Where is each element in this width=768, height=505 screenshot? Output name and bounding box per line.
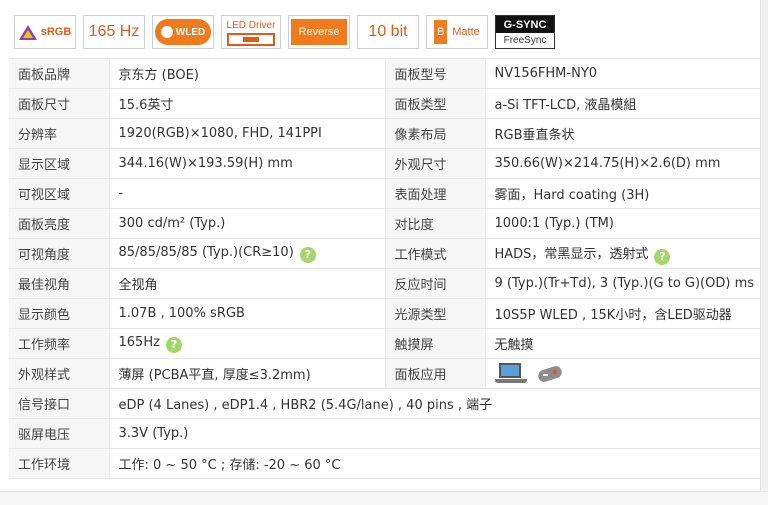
refresh-rate-badge: 165 Hz — [83, 15, 145, 49]
reverse-badge: Reverse — [288, 15, 350, 49]
spec-label: 反应时间 — [385, 268, 486, 299]
spec-label: 触摸屏 — [385, 328, 486, 359]
spec-label: 对比度 — [385, 208, 486, 239]
table-row: 驱屏电压 3.3V (Typ.) — [9, 418, 760, 449]
matte-label: Matte — [452, 26, 480, 38]
table-row: 最佳视角 全视角 反应时间 9 (Typ.)(Tr+Td), 3 (Typ.)(… — [9, 268, 760, 299]
spec-label: 工作频率 — [9, 328, 110, 359]
table-row: 分辨率 1920(RGB)×1080, FHD, 141PPI 像素布局 RGB… — [9, 118, 760, 149]
spec-label: 显示颜色 — [9, 298, 110, 329]
laptop-icon — [494, 362, 527, 385]
table-row: 可视区域 - 表面处理 雾面，Hard coating (3H) — [9, 178, 760, 209]
table-row: 工作环境 工作: 0 ~ 50 °C ; 存储: -20 ~ 60 °C — [9, 448, 760, 479]
srgb-badge: sRGB — [14, 15, 76, 49]
spec-label: 面板类型 — [385, 88, 486, 119]
spec-label: 信号接口 — [9, 388, 110, 419]
spec-value: eDP (4 Lanes) , eDP1.4 , HBR2 (5.4G/lane… — [109, 388, 760, 419]
wled-label: WLED — [175, 26, 206, 38]
spec-value: a-Si TFT-LCD, 液晶模組 — [485, 88, 760, 119]
spec-label: 面板亮度 — [9, 208, 110, 239]
spec-value: 无触摸 — [485, 328, 760, 359]
table-row: 可视角度 85/85/85/85 (Typ.)(CR≥10)? 工作模式 HAD… — [9, 238, 760, 269]
gsync-freesync-badge: G-SYNC FreeSync — [495, 15, 555, 49]
spec-label: 像素布局 — [385, 118, 486, 149]
table-row: 面板品牌 京东方 (BOE) 面板型号 NV156FHM-NY0 — [9, 58, 760, 89]
spec-value: 1.07B , 100% sRGB — [109, 298, 386, 329]
spec-label: 面板应用 — [385, 358, 486, 389]
spec-label: 工作模式 — [385, 238, 486, 269]
panel-application-cell — [485, 358, 760, 389]
spec-label: 可视角度 — [9, 238, 110, 269]
spec-value: 京东方 (BOE) — [109, 58, 386, 89]
spec-value: 350.66(W)×214.75(H)×2.6(D) mm — [485, 148, 760, 179]
freesync-label: FreeSync — [503, 35, 547, 46]
spec-value: 1000:1 (Typ.) (TM) — [485, 208, 760, 239]
gamepad-icon — [536, 364, 563, 384]
spec-label: 光源类型 — [385, 298, 486, 329]
bulb-icon — [160, 26, 173, 38]
help-icon[interactable]: ? — [299, 246, 316, 263]
spec-value-cell: 85/85/85/85 (Typ.)(CR≥10)? — [109, 238, 386, 269]
table-row: 显示区域 344.16(W)×193.59(H) mm 外观尺寸 350.66(… — [9, 148, 760, 179]
spec-value: HADS，常黑显示，透射式 — [494, 246, 649, 262]
spec-value: 165Hz — [118, 334, 160, 350]
spec-label: 驱屏电压 — [9, 418, 110, 449]
gsync-label: G-SYNC — [496, 16, 554, 33]
spec-value: NV156FHM-NY0 — [485, 58, 760, 89]
help-icon[interactable]: ? — [165, 336, 182, 353]
spec-value: 薄屏 (PCBA平直, 厚度≤3.2mm) — [109, 358, 386, 389]
matte-badge: B Matte — [426, 15, 488, 49]
spec-value: RGB垂直条状 — [485, 118, 760, 149]
table-row: 面板尺寸 15.6英寸 面板类型 a-Si TFT-LCD, 液晶模組 — [9, 88, 760, 119]
spec-value: 300 cd/m² (Typ.) — [109, 208, 386, 239]
spec-label: 面板品牌 — [9, 58, 110, 89]
spec-value-cell: 165Hz? — [109, 328, 386, 359]
spec-label: 面板尺寸 — [9, 88, 110, 119]
spec-value: 雾面，Hard coating (3H) — [485, 178, 760, 209]
spec-value: 1920(RGB)×1080, FHD, 141PPI — [109, 118, 386, 149]
spec-label: 工作环境 — [9, 448, 110, 479]
spec-label: 外观尺寸 — [385, 148, 486, 179]
spec-value: 9 (Typ.)(Tr+Td), 3 (Typ.)(G to G)(OD) ms — [485, 268, 760, 299]
spec-page: sRGB 165 Hz WLED LED Driver Reverse 10 b… — [0, 0, 768, 505]
spec-label: 可视区域 — [9, 178, 110, 209]
matte-icon: B — [434, 20, 448, 44]
wled-badge: WLED — [152, 15, 214, 49]
spec-table: 面板品牌 京东方 (BOE) 面板型号 NV156FHM-NY0 面板尺寸 15… — [9, 58, 760, 479]
spec-label: 显示区域 — [9, 148, 110, 179]
bit-depth-badge: 10 bit — [357, 15, 419, 49]
spec-value: 3.3V (Typ.) — [109, 418, 760, 449]
spec-value: 全视角 — [109, 268, 386, 299]
feature-badges: sRGB 165 Hz WLED LED Driver Reverse 10 b… — [14, 13, 555, 51]
spec-value-cell: HADS，常黑显示，透射式? — [485, 238, 760, 269]
led-driver-badge: LED Driver — [221, 15, 281, 49]
spec-value: 344.16(W)×193.59(H) mm — [109, 148, 386, 179]
spec-label: 面板型号 — [385, 58, 486, 89]
table-row: 面板亮度 300 cd/m² (Typ.) 对比度 1000:1 (Typ.) … — [9, 208, 760, 239]
table-row: 显示颜色 1.07B , 100% sRGB 光源类型 10S5P WLED ,… — [9, 298, 760, 329]
color-gamut-icon — [18, 24, 37, 40]
spec-value: 工作: 0 ~ 50 °C ; 存储: -20 ~ 60 °C — [109, 448, 760, 479]
spec-label: 外观样式 — [9, 358, 110, 389]
spec-value: 85/85/85/85 (Typ.)(CR≥10) — [118, 244, 294, 260]
page-footer-edge — [0, 491, 768, 505]
spec-label: 表面处理 — [385, 178, 486, 209]
table-row: 外观样式 薄屏 (PCBA平直, 厚度≤3.2mm) 面板应用 — [9, 358, 760, 389]
srgb-label: sRGB — [40, 26, 72, 38]
spec-value: 15.6英寸 — [109, 88, 386, 119]
spec-value: 10S5P WLED , 15K小时，含LED驱动器 — [485, 298, 760, 329]
spec-label: 最佳视角 — [9, 268, 110, 299]
scrollbar-track[interactable] — [760, 0, 768, 505]
help-icon[interactable]: ? — [654, 248, 671, 265]
led-driver-label: LED Driver — [226, 20, 276, 31]
spec-value: - — [109, 178, 386, 209]
table-row: 信号接口 eDP (4 Lanes) , eDP1.4 , HBR2 (5.4G… — [9, 388, 760, 419]
driver-chip-icon — [227, 33, 275, 46]
reverse-label: Reverse — [291, 19, 347, 45]
table-row: 工作频率 165Hz? 触摸屏 无触摸 — [9, 328, 760, 359]
spec-label: 分辨率 — [9, 118, 110, 149]
